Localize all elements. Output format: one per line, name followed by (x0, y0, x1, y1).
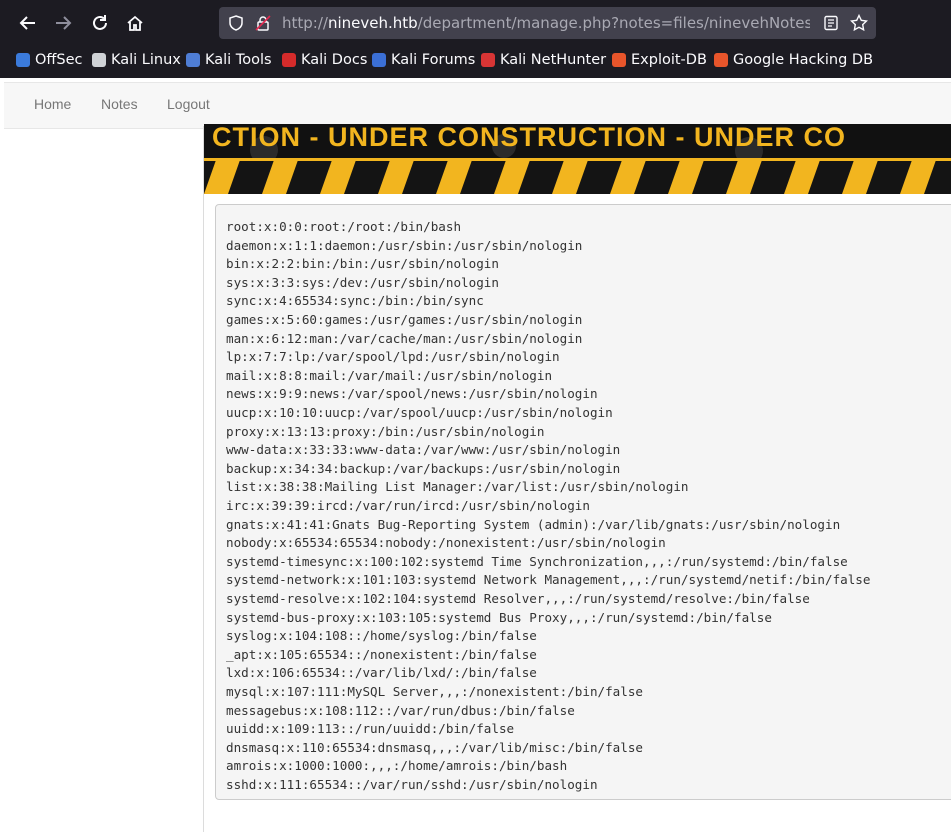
passwd-line: daemon:x:1:1:daemon:/usr/sbin:/usr/sbin/… (226, 237, 583, 253)
ghdb-icon (714, 53, 728, 67)
bookmark-item[interactable]: Kali Tools (186, 49, 272, 71)
url-prefix: http:// (282, 14, 328, 32)
bookmark-label: Kali Tools (205, 52, 272, 68)
home-icon (127, 15, 143, 31)
bookmark-label: OffSec (35, 52, 83, 68)
passwd-line: list:x:38:38:Mailing List Manager:/var/l… (226, 479, 689, 495)
kali-dragon-icon (92, 53, 106, 67)
bookmark-item[interactable]: Kali Linux (92, 49, 181, 71)
bookmark-item[interactable]: Kali Forums (372, 49, 475, 71)
passwd-line: uuidd:x:109:113::/run/uuidd:/bin/false (226, 721, 515, 737)
file-output-pre: root:x:0:0:root:/root:/bin/bash daemon:x:… (215, 204, 951, 800)
kali-tools-icon (186, 53, 200, 67)
back-arrow-icon (19, 16, 35, 30)
sidebar-divider (203, 126, 204, 832)
passwd-line: bin:x:2:2:bin:/bin:/usr/sbin/nologin (226, 256, 499, 272)
banner-text: CTION - UNDER CONSTRUCTION - UNDER CO (212, 124, 846, 152)
under-construction-banner: CTION - UNDER CONSTRUCTION - UNDER CO (204, 124, 951, 194)
nav-logout-link[interactable]: Logout (167, 96, 210, 112)
kali-forums-icon (372, 53, 386, 67)
forward-button[interactable] (49, 9, 77, 37)
passwd-line: root:x:0:0:root:/root:/bin/bash (226, 219, 462, 234)
nethunter-icon (481, 53, 495, 67)
passwd-line: www-data:x:33:33:www-data:/var/www:/usr/… (226, 442, 621, 458)
bookmark-label: Kali NetHunter (500, 52, 607, 68)
passwd-line: systemd-resolve:x:102:104:systemd Resolv… (226, 591, 810, 606)
bookmarks-toolbar: OffSec Kali Linux Kali Tools Kali Docs Kali … (0, 46, 951, 74)
reload-icon (93, 15, 107, 30)
bookmark-item[interactable]: Kali NetHunter (481, 49, 606, 71)
passwd-line: gnats:x:41:41:Gnats Bug-Reporting System… (226, 516, 841, 532)
kali-docs-icon (282, 53, 296, 67)
passwd-line: messagebus:x:108:112::/var/run/dbus:/bin… (226, 702, 575, 718)
bookmark-star-icon[interactable] (850, 14, 868, 32)
url-text[interactable]: http://nineveh.htb/department/manage.php… (282, 14, 810, 32)
passwd-line: news:x:9:9:news:/var/spool/news:/usr/sbi… (226, 386, 598, 402)
bookmark-label: Kali Docs (301, 52, 368, 68)
bookmark-label: Kali Forums (391, 52, 476, 68)
passwd-line: _apt:x:105:65534::/nonexistent:/bin/fals… (226, 646, 537, 662)
passwd-line: systemd-bus-proxy:x:103:105:systemd Bus … (226, 609, 772, 625)
passwd-line: uucp:x:10:10:uucp:/var/spool/uucp:/usr/s… (226, 405, 613, 420)
bookmark-item[interactable]: Google Hacking DB (714, 49, 873, 71)
url-host: nineveh.htb (327, 14, 418, 32)
bookmark-label: Kali Linux (111, 52, 181, 68)
reader-view-icon[interactable] (822, 14, 840, 32)
site-navbar: Home Notes Logout (4, 82, 951, 129)
passwd-line: irc:x:39:39:ircd:/var/run/ircd:/usr/sbin… (226, 498, 590, 513)
nav-home-link[interactable]: Home (34, 96, 71, 112)
passwd-line: lp:x:7:7:lp:/var/spool/lpd:/usr/sbin/nol… (226, 349, 560, 365)
passwd-line: backup:x:34:34:backup:/var/backups:/usr/… (226, 460, 621, 476)
passwd-line: man:x:6:12:man:/var/cache/man:/usr/sbin/… (226, 330, 583, 346)
bookmark-item[interactable]: OffSec (16, 49, 83, 71)
browser-chrome: http://nineveh.htb/department/manage.php… (0, 0, 951, 78)
bookmark-item[interactable]: Exploit-DB (612, 49, 707, 71)
bookmark-label: Exploit-DB (631, 52, 707, 68)
passwd-line: sys:x:3:3:sys:/dev:/usr/sbin/nologin (226, 274, 499, 290)
passwd-line: mail:x:8:8:mail:/var/mail:/usr/sbin/nolo… (226, 367, 553, 383)
insecure-lock-icon[interactable] (254, 14, 272, 32)
passwd-line: games:x:5:60:games:/usr/games:/usr/sbin/… (226, 312, 583, 327)
passwd-line: lxd:x:106:65534::/var/lib/lxd/:/bin/fals… (226, 665, 537, 681)
passwd-line: mysql:x:107:111:MySQL Server,,,:/nonexis… (226, 684, 644, 699)
passwd-line: proxy:x:13:13:proxy:/bin:/usr/sbin/nolog… (226, 423, 545, 439)
passwd-line: syslog:x:104:108::/home/syslog:/bin/fals… (226, 628, 537, 644)
forward-arrow-icon (56, 16, 72, 30)
home-button[interactable] (121, 9, 149, 37)
exploitdb-icon (612, 53, 626, 67)
url-path: /department/manage.php?notes=files/ninev… (417, 14, 810, 32)
offsec-icon (16, 53, 30, 67)
reload-button[interactable] (86, 9, 114, 37)
passwd-line: systemd-network:x:101:103:systemd Networ… (226, 572, 871, 588)
shield-icon[interactable] (227, 14, 245, 32)
passwd-line: systemd-timesync:x:100:102:systemd Time … (226, 553, 848, 569)
passwd-line: amrois:x:1000:1000:,,,:/home/amrois:/bin… (226, 758, 568, 774)
address-bar[interactable]: http://nineveh.htb/department/manage.php… (219, 7, 876, 39)
passwd-line: dnsmasq:x:110:65534:dnsmasq,,,:/var/lib/… (226, 739, 644, 755)
bookmark-label: Google Hacking DB (733, 52, 874, 68)
nav-notes-link[interactable]: Notes (101, 96, 138, 112)
back-button[interactable] (14, 9, 42, 37)
web-page: Home Notes Logout CTION - UNDER CONSTRUC… (0, 78, 951, 832)
bookmark-item[interactable]: Kali Docs (282, 49, 367, 71)
passwd-line: nobody:x:65534:65534:nobody:/nonexistent… (226, 535, 666, 551)
passwd-line: sync:x:4:65534:sync:/bin:/bin/sync (226, 293, 484, 309)
passwd-line: sshd:x:111:65534::/var/run/sshd:/usr/sbi… (226, 777, 598, 792)
